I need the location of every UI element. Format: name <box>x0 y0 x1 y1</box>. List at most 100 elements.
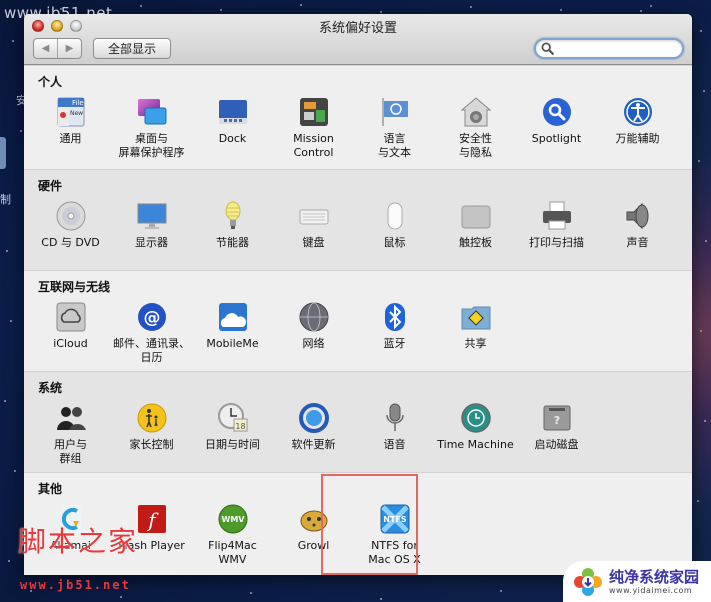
chevron-left-icon: ◀ <box>41 43 50 54</box>
watermark-yidaimei-text: 纯净系统家园 <box>609 567 700 586</box>
pane-item[interactable]: @ 邮件、通讯录、 日历 <box>111 301 192 365</box>
watermark-yidaimei: 纯净系统家园 www.yidaimei.com <box>563 561 711 602</box>
chevron-right-icon: ▶ <box>65 43 74 54</box>
print-scan-icon <box>541 200 573 232</box>
star <box>703 90 705 92</box>
svg-text:NTFS: NTFS <box>383 515 407 524</box>
pane-item[interactable]: 打印与扫描 <box>516 200 597 250</box>
pane-label: NTFS for Mac OS X <box>368 539 421 566</box>
pane-item[interactable]: 鼠标 <box>354 200 435 250</box>
search-icon <box>541 42 554 55</box>
watermark-jb51-url: www.jb51.net <box>20 578 131 592</box>
pane-item[interactable]: 蓝牙 <box>354 301 435 365</box>
section-title: 其他 <box>38 482 63 496</box>
parental-controls-icon <box>136 402 168 434</box>
star <box>560 9 562 11</box>
pane-label: 用户与 群组 <box>54 438 87 465</box>
security-privacy-icon <box>460 96 492 128</box>
network-icon <box>298 301 330 333</box>
pane-label: 蓝牙 <box>383 337 406 350</box>
star <box>650 5 652 7</box>
star <box>6 250 8 252</box>
pane-item[interactable]: 节能器 <box>192 200 273 250</box>
svg-text:?: ? <box>553 414 559 427</box>
pane-item[interactable]: 18 日期与时间 <box>192 402 273 466</box>
svg-text:@: @ <box>143 308 160 328</box>
pane-item[interactable]: 安全性 与隐私 <box>435 96 516 160</box>
star <box>14 470 16 472</box>
icloud-icon <box>55 301 87 333</box>
mobileme-icon <box>217 301 249 333</box>
title-bar: 系统偏好设置 ◀ ▶ 全部显示 <box>24 14 692 65</box>
pane-item[interactable]: 万能辅助 <box>597 96 678 160</box>
star <box>300 4 302 6</box>
pane-item[interactable]: CD 与 DVD <box>30 200 111 250</box>
trackpad-icon <box>460 200 492 232</box>
pane-label: 键盘 <box>302 236 325 249</box>
pane-label: CD 与 DVD <box>41 236 100 249</box>
star <box>12 40 14 42</box>
pane-item[interactable]: 网络 <box>273 301 354 365</box>
pane-item[interactable]: 软件更新 <box>273 402 354 466</box>
desktop-label: 制 <box>0 193 11 206</box>
search-field[interactable] <box>534 38 684 59</box>
search-input[interactable] <box>556 41 676 56</box>
pane-item[interactable]: File New 通用 <box>30 96 111 160</box>
pane-label: 日期与时间 <box>205 438 260 451</box>
pane-item[interactable]: 家长控制 <box>111 402 192 466</box>
star <box>250 592 252 594</box>
pane-label: Flip4Mac WMV <box>208 539 257 566</box>
forward-button[interactable]: ▶ <box>57 39 81 58</box>
back-button[interactable]: ◀ <box>34 39 57 58</box>
pane-item[interactable]: Spotlight <box>516 96 597 160</box>
pane-item[interactable]: 显示器 <box>111 200 192 250</box>
svg-text:File: File <box>72 99 84 107</box>
star <box>380 11 382 13</box>
time-machine-icon <box>460 402 492 434</box>
pane-item[interactable]: iCloud <box>30 301 111 365</box>
pane-item[interactable]: 语言 与文本 <box>354 96 435 160</box>
pane-item[interactable]: Time Machine <box>435 402 516 466</box>
pane-label: Spotlight <box>531 132 582 145</box>
pane-label: 声音 <box>626 236 649 249</box>
show-all-button[interactable]: 全部显示 <box>93 38 171 59</box>
pane-label: 显示器 <box>135 236 168 249</box>
software-update-icon <box>298 402 330 434</box>
star <box>640 10 642 12</box>
pane-label: 通用 <box>59 132 82 145</box>
pane-item[interactable]: MobileMe <box>192 301 273 365</box>
keyboard-icon <box>298 200 330 232</box>
pane-item[interactable]: WMV Flip4Mac WMV <box>192 503 273 567</box>
pane-item[interactable]: ? 启动磁盘 <box>516 402 597 466</box>
pane-label: Dock <box>218 132 247 145</box>
pane-item[interactable]: 声音 <box>597 200 678 250</box>
pane-item[interactable]: Mission Control <box>273 96 354 160</box>
pane-item[interactable]: 键盘 <box>273 200 354 250</box>
section-3: 系统 用户与 群组 家长控制 18 日期与时间 软件更新 语音 Time Machine? 启动磁… <box>24 371 692 472</box>
pane-label: 触控板 <box>459 236 492 249</box>
sharing-icon <box>460 301 492 333</box>
mission-control-icon <box>298 96 330 128</box>
section-0: 个人 File New 通用 桌面与 屏幕保护程序 Dock Mission Control 语言… <box>24 65 692 169</box>
watermark-yidaimei-url: www.yidaimei.com <box>609 585 693 595</box>
pane-label: iCloud <box>53 337 88 350</box>
pane-item[interactable]: Dock <box>192 96 273 160</box>
pane-item[interactable]: 语音 <box>354 402 435 466</box>
star <box>697 500 699 502</box>
growl-icon <box>298 503 330 535</box>
pane-item[interactable]: 桌面与 屏幕保护程序 <box>111 96 192 160</box>
section-2: 互联网与无线 iCloud @ 邮件、通讯录、 日历 MobileMe 网络 蓝牙 共享 <box>24 270 692 371</box>
flip4mac-icon: WMV <box>217 503 249 535</box>
star <box>698 160 700 162</box>
pane-item[interactable]: 触控板 <box>435 200 516 250</box>
pane-item[interactable]: Growl <box>273 503 354 567</box>
pane-label: 邮件、通讯录、 日历 <box>113 337 190 364</box>
pane-item[interactable]: 用户与 群组 <box>30 402 111 466</box>
section-title: 互联网与无线 <box>38 280 111 294</box>
star <box>4 400 6 402</box>
pane-row: 用户与 群组 家长控制 18 日期与时间 软件更新 语音 Time Machine? 启动磁盘 <box>30 402 692 466</box>
desktop-item[interactable] <box>0 137 6 169</box>
pane-item[interactable]: NTFS NTFS for Mac OS X <box>354 503 435 567</box>
pane-item[interactable]: 共享 <box>435 301 516 365</box>
mail-contacts-calendars-icon: @ <box>136 301 168 333</box>
